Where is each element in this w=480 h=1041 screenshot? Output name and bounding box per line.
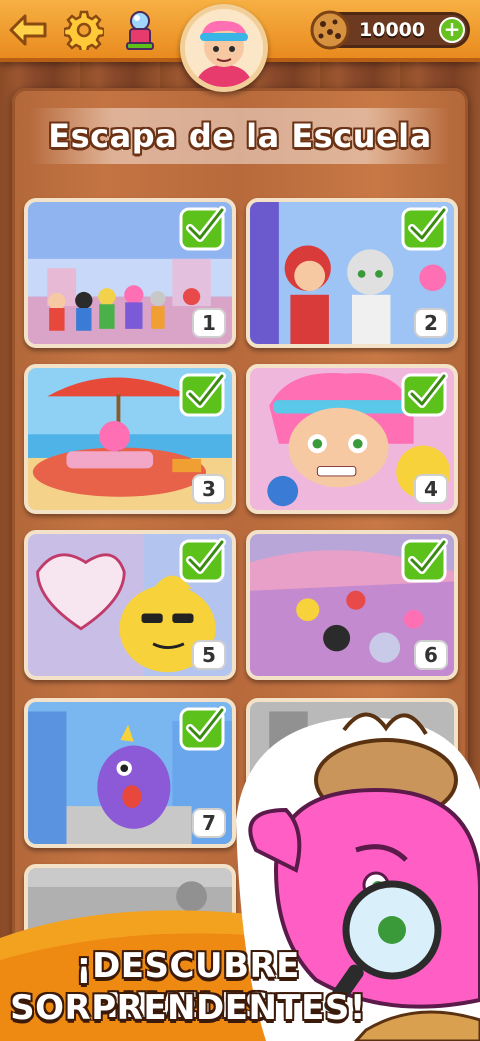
level-number: 3 (192, 474, 226, 504)
level-card-6[interactable]: 6 (246, 530, 458, 680)
player-avatar[interactable] (180, 4, 268, 92)
rewards-button[interactable] (118, 8, 162, 52)
completed-check-icon (179, 206, 226, 251)
level-number: 4 (414, 474, 448, 504)
completed-check-icon (179, 538, 226, 583)
level-number: 2 (414, 308, 448, 338)
level-number: 6 (414, 640, 448, 670)
back-button[interactable] (6, 8, 50, 52)
level-card-5[interactable]: 5 (24, 530, 236, 680)
completed-check-icon (179, 372, 226, 417)
coin-amount: 10000 (359, 19, 426, 41)
settings-button[interactable] (62, 8, 106, 52)
completed-check-icon (179, 706, 226, 751)
completed-check-icon (401, 538, 448, 583)
completed-check-icon (401, 206, 448, 251)
add-coins-button[interactable]: + (439, 17, 465, 43)
level-card-3[interactable]: 3 (24, 364, 236, 514)
level-card-1[interactable]: 1 (24, 198, 236, 348)
trophy-icon (126, 11, 154, 50)
level-number: 5 (192, 640, 226, 670)
coin-counter: 10000 + (310, 10, 470, 50)
level-card-2[interactable]: 2 (246, 198, 458, 348)
completed-check-icon (401, 372, 448, 417)
avatar-portrait (185, 9, 263, 87)
plus-icon: + (443, 17, 461, 41)
cookie-coin-icon (310, 10, 350, 50)
promo-headline-line-2: SORPRENDENTES! (10, 988, 366, 1028)
level-number: 1 (192, 308, 226, 338)
level-card-7[interactable]: 7 (24, 698, 236, 848)
world-title: Escapa de la Escuela (48, 117, 432, 155)
back-arrow-icon (9, 14, 47, 46)
level-card-4[interactable]: 4 (246, 364, 458, 514)
world-title-banner: Escapa de la Escuela (30, 108, 450, 164)
level-number: 7 (192, 808, 226, 838)
gear-icon (64, 10, 104, 50)
